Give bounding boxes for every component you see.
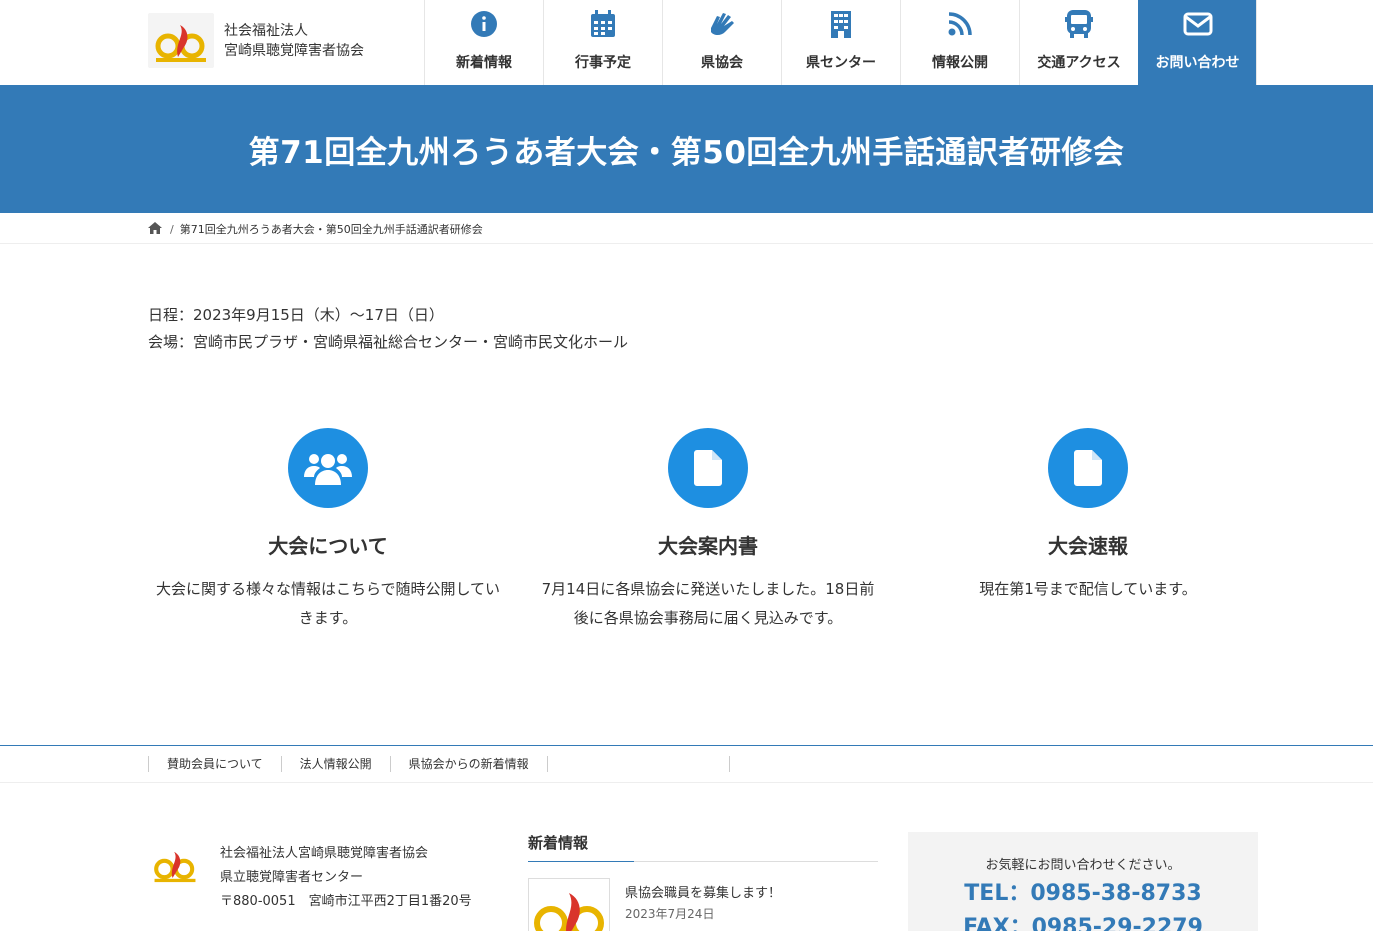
- nav-label: お問い合わせ: [1155, 55, 1240, 71]
- event-info: 日程：2023年9月15日（木）～17日（日） 会場：宮崎市民プラザ・宮崎県福祉…: [148, 302, 628, 356]
- org-name: 社会福祉法人 宮崎県聴覚障害者協会: [224, 21, 364, 61]
- news-thumbnail: [528, 878, 610, 931]
- footer-contact-box: お気軽にお問い合わせください。 TEL：0985-38-8733 FAX：098…: [908, 832, 1258, 931]
- nav-label: 情報公開: [932, 55, 988, 71]
- news-title[interactable]: 県協会職員を募集します！: [625, 882, 781, 901]
- nav-label: 新着情報: [456, 55, 512, 71]
- nav-item-disclosure[interactable]: 情報公開: [900, 0, 1019, 85]
- footer-address: 〒880-0051 宮崎市江平西2丁目1番20号: [220, 894, 472, 909]
- nav-label: 行事予定: [575, 55, 631, 71]
- document-icon[interactable]: [1048, 428, 1128, 508]
- site-header: 社会福祉法人 宮崎県聴覚障害者協会 新着情報 行事予定 県協会 県センター 情報…: [0, 0, 1373, 85]
- nav-label: 県センター: [806, 55, 876, 71]
- breadcrumb: / 第71回全九州ろうあ者大会・第50回全九州手話通訳者研修会: [0, 213, 1373, 244]
- footer-org-info: 社会福祉法人宮崎県聴覚障害者協会 県立聴覚障害者センター 〒880-0051 宮…: [148, 842, 472, 914]
- sign-language-icon: [706, 8, 738, 40]
- feature-bulletin: 大会速報 現在第1号まで配信しています。: [898, 428, 1278, 633]
- nav-label: 県協会: [701, 55, 743, 71]
- footer-logo-icon: [148, 842, 202, 887]
- main-nav: 新着情報 行事予定 県協会 県センター 情報公開 交通アクセス お問い合わせ: [424, 0, 1257, 85]
- footer-news: 新着情報 県協会職員を募集します！ 2023年7月24日: [528, 832, 878, 931]
- nav-item-news[interactable]: 新着情報: [424, 0, 543, 85]
- feature-about: 大会について 大会に関する様々な情報はこちらで随時公開していきます。: [138, 428, 518, 633]
- event-venue: 会場：宮崎市民プラザ・宮崎県福祉総合センター・宮崎市民文化ホール: [148, 333, 629, 351]
- org-name-line2: 宮崎県聴覚障害者協会: [224, 42, 364, 59]
- subnav-link-association-news[interactable]: 県協会からの新着情報: [389, 756, 547, 772]
- org-logo-icon: [148, 13, 214, 68]
- subnav-link-supporting-members[interactable]: 賛助会員について: [148, 756, 281, 772]
- subnav-divider: [546, 756, 730, 772]
- page-title: 第71回全九州ろうあ者大会・第50回全九州手話通訳者研修会: [248, 134, 1125, 171]
- nav-item-events[interactable]: 行事予定: [543, 0, 662, 85]
- feature-description: 大会に関する様々な情報はこちらで随時公開していきます。: [155, 580, 501, 627]
- news-list-item[interactable]: 県協会職員を募集します！ 2023年7月24日: [528, 878, 878, 931]
- bus-icon: [1063, 8, 1095, 40]
- nav-label: 交通アクセス: [1037, 55, 1121, 71]
- users-icon[interactable]: [288, 428, 368, 508]
- footer-org-name: 社会福祉法人宮崎県聴覚障害者協会: [220, 846, 429, 861]
- footer-center-name: 県立聴覚障害者センター: [220, 870, 364, 885]
- nav-item-contact[interactable]: お問い合わせ: [1138, 0, 1257, 85]
- calendar-icon: [587, 8, 619, 40]
- building-icon: [825, 8, 857, 40]
- nav-item-association[interactable]: 県協会: [662, 0, 781, 85]
- news-heading: 新着情報: [528, 832, 878, 862]
- nav-item-center[interactable]: 県センター: [781, 0, 900, 85]
- org-name-line1: 社会福祉法人: [224, 22, 308, 39]
- feature-columns: 大会について 大会に関する様々な情報はこちらで随時公開していきます。 大会案内書…: [138, 428, 1278, 633]
- envelope-icon: [1182, 8, 1214, 40]
- subnav-link-corporate-info[interactable]: 法人情報公開: [280, 756, 390, 772]
- feature-description: 現在第1号まで配信しています。: [979, 580, 1197, 598]
- contact-fax: FAX：0985-29-2279: [963, 915, 1203, 931]
- feature-description: 7月14日に各県協会に発送いたしました。18日前後に各県協会事務局に届く見込みで…: [541, 580, 875, 627]
- nav-item-access[interactable]: 交通アクセス: [1019, 0, 1138, 85]
- page-title-banner: 第71回全九州ろうあ者大会・第50回全九州手話通訳者研修会: [0, 85, 1373, 213]
- home-icon[interactable]: [148, 221, 162, 237]
- contact-lead: お気軽にお問い合わせください。: [985, 858, 1181, 873]
- breadcrumb-separator: /: [170, 222, 174, 236]
- event-schedule: 日程：2023年9月15日（木）～17日（日）: [148, 306, 444, 324]
- feature-title[interactable]: 大会について: [268, 530, 387, 559]
- document-icon[interactable]: [668, 428, 748, 508]
- feature-title[interactable]: 大会速報: [1048, 530, 1128, 559]
- feature-title[interactable]: 大会案内書: [658, 530, 758, 559]
- info-icon: [468, 8, 500, 40]
- feature-guidebook: 大会案内書 7月14日に各県協会に発送いたしました。18日前後に各県協会事務局に…: [518, 428, 898, 633]
- site-logo-link[interactable]: 社会福祉法人 宮崎県聴覚障害者協会: [148, 13, 364, 68]
- rss-icon: [944, 8, 976, 40]
- contact-tel[interactable]: TEL：0985-38-8733: [908, 875, 1258, 907]
- breadcrumb-current: 第71回全九州ろうあ者大会・第50回全九州手話通訳者研修会: [179, 223, 483, 236]
- footer-subnav: 賛助会員について 法人情報公開 県協会からの新着情報: [0, 745, 1373, 783]
- news-date: 2023年7月24日: [625, 907, 715, 921]
